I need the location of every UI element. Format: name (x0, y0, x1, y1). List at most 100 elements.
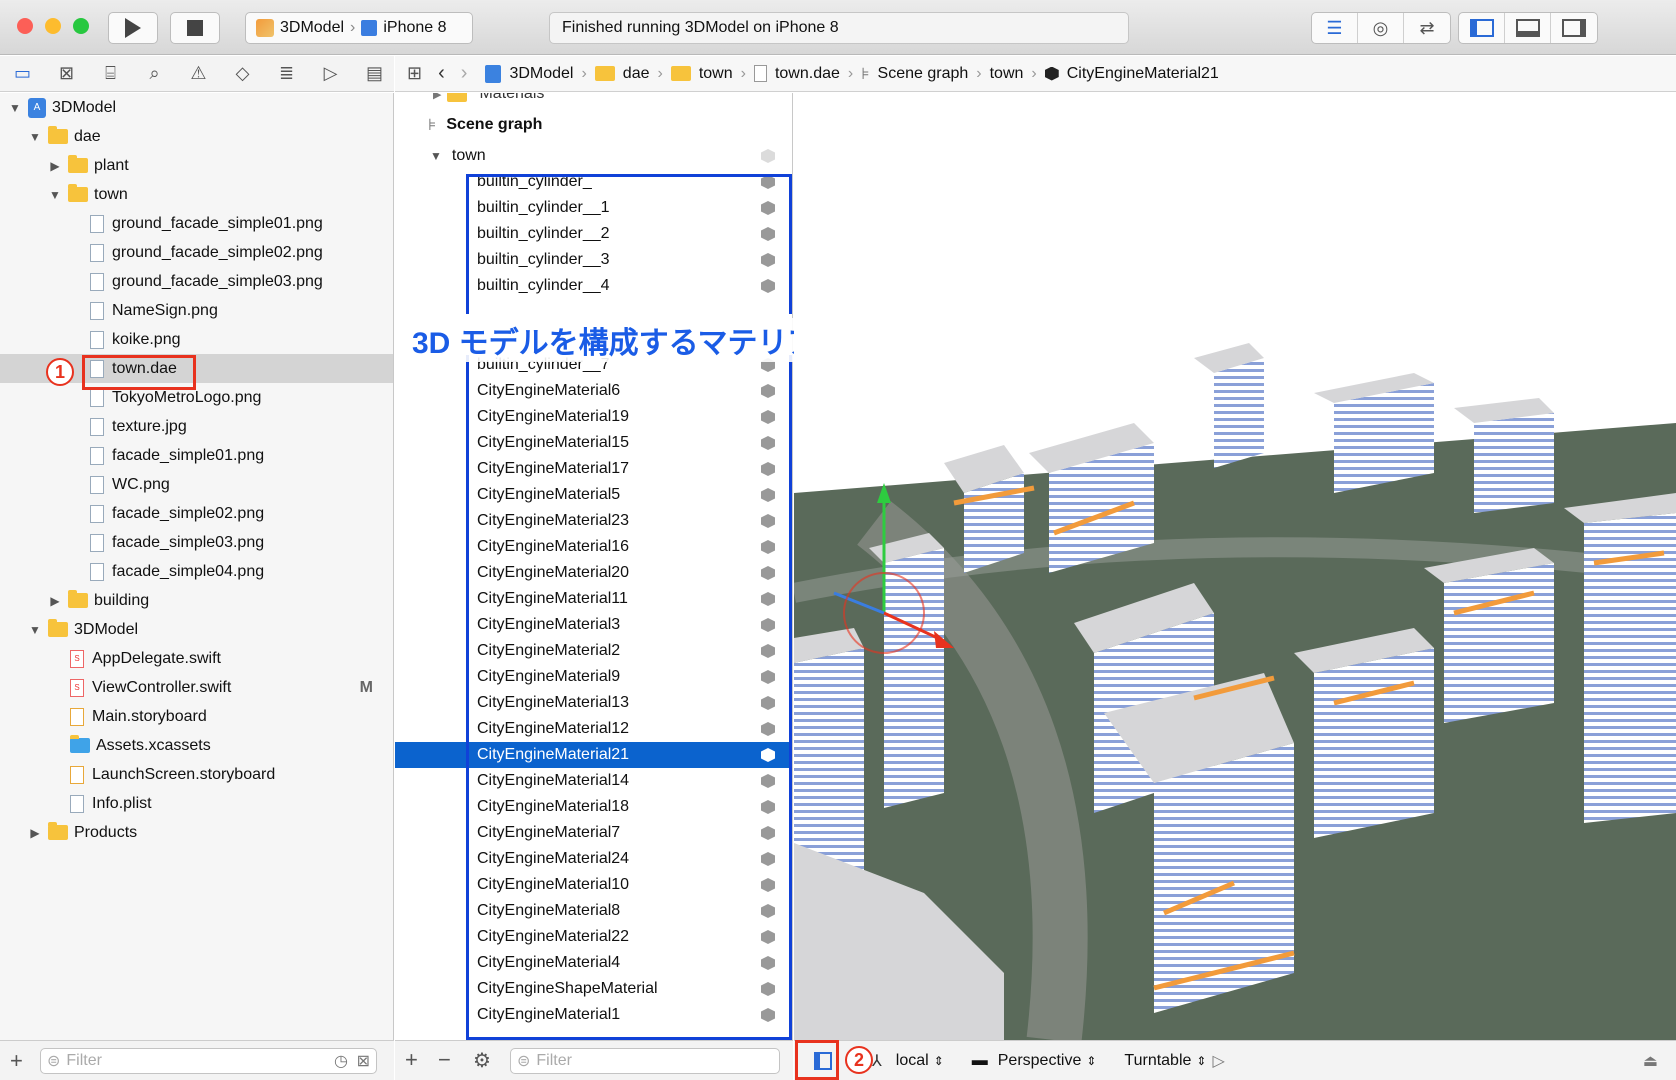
tree-item[interactable]: facade_simple03.png (0, 528, 393, 557)
camera-selector[interactable]: Perspective (998, 1052, 1082, 1070)
breadcrumb-item[interactable]: Scene graph (878, 65, 969, 83)
close-window-button[interactable] (17, 18, 33, 34)
add-icon[interactable]: + (10, 1048, 23, 1074)
disclosure-triangle-icon[interactable]: ▼ (28, 130, 42, 144)
scene-node-root[interactable]: ▼ town (395, 143, 792, 169)
folder-icon (594, 66, 615, 81)
disclosure-triangle-icon[interactable]: ▼ (8, 101, 22, 115)
breakpoint-navigator-tab[interactable]: ▷ (316, 62, 345, 86)
folder-icon (670, 66, 691, 81)
disclosure-triangle-icon[interactable]: ▶ (433, 93, 441, 101)
folder-icon (48, 126, 68, 144)
tree-item[interactable]: ground_facade_simple03.png (0, 267, 393, 296)
breadcrumb-item[interactable]: town (699, 65, 733, 83)
disclosure-triangle-icon[interactable]: ▼ (430, 149, 442, 163)
tree-item[interactable]: Info.plist (0, 789, 393, 818)
recent-files-icon[interactable]: ◷ (334, 1051, 348, 1071)
related-items-icon[interactable]: ⊞ (407, 63, 422, 84)
remove-node-button[interactable]: − (438, 1047, 451, 1073)
test-navigator-tab[interactable]: ◇ (228, 62, 257, 86)
scene-viewport[interactable] (794, 93, 1676, 1040)
symbol-navigator-tab[interactable]: ⌸ (96, 62, 125, 86)
tree-item[interactable]: S ViewController.swift M (0, 673, 393, 702)
forward-button[interactable]: › (461, 62, 468, 85)
zoom-window-button[interactable] (73, 18, 89, 34)
tree-item[interactable]: facade_simple01.png (0, 441, 393, 470)
bottom-panel-icon (1515, 19, 1540, 37)
navigation-mode-selector[interactable]: Turntable (1124, 1052, 1191, 1070)
disclosure-triangle-icon[interactable]: ▶ (48, 159, 62, 173)
run-button[interactable] (108, 12, 158, 44)
project-navigator-tab[interactable]: ▭ (8, 62, 37, 86)
toggle-utilities-button[interactable] (1551, 13, 1597, 43)
tree-item[interactable]: S AppDelegate.swift (0, 644, 393, 673)
status-text: Finished running 3DModel on iPhone 8 (562, 19, 839, 36)
breadcrumb-item[interactable]: town (990, 65, 1024, 83)
tree-item[interactable]: ▶ building (0, 586, 393, 615)
outline-filter-field[interactable]: ⊜ Filter (510, 1048, 780, 1074)
space-selector[interactable]: local (896, 1052, 929, 1070)
tree-item[interactable]: NameSign.png (0, 296, 393, 325)
play-icon[interactable]: ▷ (1212, 1051, 1224, 1071)
activity-status: Finished running 3DModel on iPhone 8 (549, 12, 1129, 44)
add-node-button[interactable]: + (405, 1047, 418, 1073)
tree-item[interactable]: ▶ Products (0, 818, 393, 847)
chevron-updown-icon: ⇕ (933, 1053, 944, 1068)
disclosure-triangle-icon[interactable]: ▼ (28, 623, 42, 637)
standard-editor-button[interactable]: ☰ (1312, 13, 1358, 43)
materials-row-partial[interactable]: ▶ Materials (433, 93, 544, 103)
tree-item[interactable]: texture.jpg (0, 412, 393, 441)
storyboard-file-icon (70, 707, 84, 726)
gear-icon[interactable]: ⚙ (473, 1048, 491, 1073)
tree-item-label: ground_facade_simple02.png (112, 243, 323, 261)
tree-item[interactable]: Main.storyboard (0, 702, 393, 731)
folder-icon (68, 155, 88, 173)
tree-item[interactable]: ▼ town (0, 180, 393, 209)
tree-item[interactable]: facade_simple04.png (0, 557, 393, 586)
tree-item[interactable]: ▶ plant (0, 151, 393, 180)
tree-item[interactable]: TokyoMetroLogo.png (0, 383, 393, 412)
scm-filter-icon[interactable]: ⊠ (357, 1051, 370, 1071)
issue-navigator-tab[interactable]: ⚠ (184, 62, 213, 86)
tree-item[interactable]: LaunchScreen.storyboard (0, 760, 393, 789)
tree-item[interactable]: Assets.xcassets (0, 731, 393, 760)
tree-item[interactable]: ▼ dae (0, 122, 393, 151)
tree-item[interactable]: WC.png (0, 470, 393, 499)
folder-icon (48, 822, 68, 840)
image-file-icon (90, 388, 104, 407)
city-scene (794, 343, 1676, 1040)
toggle-debug-area-button[interactable] (1505, 13, 1551, 43)
source-control-navigator-tab[interactable]: ⊠ (52, 62, 81, 86)
expand-panel-icon[interactable]: ⏏ (1643, 1051, 1658, 1071)
image-file-icon (90, 214, 104, 233)
tree-item[interactable]: ground_facade_simple01.png (0, 209, 393, 238)
breadcrumb-item[interactable]: 3DModel (509, 65, 573, 83)
image-file-icon (90, 475, 104, 494)
overlap-circles-icon: ◎ (1372, 17, 1389, 38)
tree-item[interactable]: facade_simple02.png (0, 499, 393, 528)
breadcrumb-item[interactable]: dae (623, 65, 650, 83)
navigator-tab-bar: ▭ ⊠ ⌸ ⌕ ⚠ ◇ ≣ ▷ ▤ (0, 56, 394, 92)
version-editor-button[interactable]: ⇄ (1404, 13, 1450, 43)
disclosure-triangle-icon[interactable]: ▶ (28, 826, 42, 840)
back-button[interactable]: ‹ (438, 62, 445, 85)
disclosure-triangle-icon[interactable]: ▶ (48, 594, 62, 608)
disclosure-triangle-icon[interactable]: ▼ (48, 188, 62, 202)
find-navigator-tab[interactable]: ⌕ (140, 62, 169, 86)
report-navigator-tab[interactable]: ▤ (360, 62, 389, 86)
tree-item[interactable]: koike.png (0, 325, 393, 354)
tree-item-label: koike.png (112, 330, 181, 348)
navigator-filter-field[interactable]: ⊜ Filter ◷ ⊠ (40, 1048, 377, 1074)
minimize-window-button[interactable] (45, 18, 61, 34)
breadcrumb-item[interactable]: town.dae (775, 65, 840, 83)
debug-navigator-tab[interactable]: ≣ (272, 62, 301, 86)
breadcrumb-item[interactable]: CityEngineMaterial21 (1067, 65, 1219, 83)
toggle-navigator-button[interactable] (1459, 13, 1505, 43)
assistant-editor-button[interactable]: ◎ (1358, 13, 1404, 43)
tree-item[interactable]: ▼ 3DModel (0, 615, 393, 644)
stop-button[interactable] (170, 12, 220, 44)
tree-item[interactable]: ground_facade_simple02.png (0, 238, 393, 267)
panel-toggle-group (1458, 12, 1598, 44)
tree-item[interactable]: ▼ A 3DModel (0, 93, 393, 122)
scheme-selector[interactable]: 3DModel › iPhone 8 (245, 12, 473, 44)
